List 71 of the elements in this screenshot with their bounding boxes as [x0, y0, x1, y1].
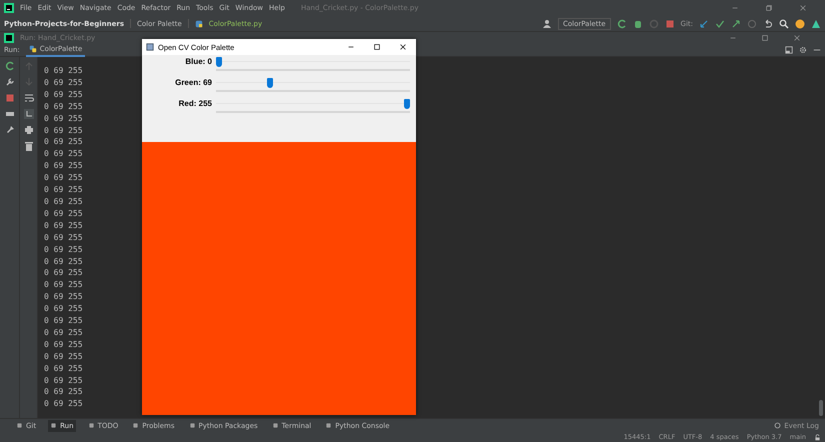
console-line: 0 69 255 [44, 136, 83, 148]
stop-icon[interactable] [4, 93, 14, 103]
scroll-to-end-icon[interactable] [24, 109, 34, 119]
wrench-icon[interactable] [4, 77, 14, 87]
lock-icon[interactable] [814, 434, 821, 440]
trash-icon[interactable] [24, 141, 34, 151]
console-line: 0 69 255 [44, 244, 83, 256]
app-logo-icon [4, 3, 14, 13]
slider-track[interactable] [216, 78, 410, 94]
settings-icon[interactable] [799, 46, 807, 54]
tool-tab-icon [88, 422, 95, 429]
slider-label: Blue: 0 [184, 57, 213, 67]
tool-tab-icon [325, 422, 332, 429]
rerun-icon[interactable] [616, 18, 627, 28]
slider-track[interactable] [216, 57, 410, 73]
console-line: 0 69 255 [44, 196, 83, 208]
console-line: 0 69 255 [44, 76, 83, 89]
slider-thumb[interactable] [216, 57, 222, 67]
console-line: 0 69 255 [44, 303, 83, 316]
console-line: 0 69 255 [44, 350, 83, 363]
maximize-icon[interactable] [373, 43, 381, 51]
console-line: 0 69 255 [44, 220, 83, 232]
debug-icon[interactable] [632, 18, 643, 28]
console-line: 0 69 255 [44, 267, 83, 280]
soft-wrap-icon[interactable] [24, 93, 34, 103]
console-line: 0 69 255 [44, 326, 83, 339]
console-line: 0 69 255 [44, 184, 83, 196]
console-line: 0 69 255 [44, 279, 83, 292]
slider-thumb[interactable] [266, 78, 273, 88]
app-icon [146, 43, 154, 51]
console-line: 0 69 255 [44, 374, 83, 386]
console-line: 0 69 255 [44, 386, 83, 398]
python-icon [28, 45, 37, 53]
tool-tab-icon [50, 422, 58, 429]
tool-tab-icon [188, 422, 196, 429]
slider-thumb[interactable] [404, 99, 410, 109]
tool-tab-icon [132, 422, 140, 429]
user-icon[interactable] [542, 18, 552, 28]
console-line: 0 69 255 [44, 338, 83, 351]
console-line: 0 69 255 [44, 315, 83, 327]
tool-tab-icon [16, 422, 23, 429]
console-line: 0 69 255 [44, 112, 83, 125]
rerun-icon[interactable] [4, 61, 14, 71]
update-arrow-icon[interactable] [699, 18, 709, 28]
tool-tab-icon [272, 422, 279, 429]
console-line: 0 69 255 [44, 124, 83, 136]
console-line: 0 69 255 [44, 398, 83, 410]
scrollbar-thumb[interactable] [819, 400, 823, 416]
console-line: 0 69 255 [44, 362, 83, 375]
search-icon[interactable] [779, 18, 789, 28]
stop-icon[interactable] [664, 18, 675, 28]
slider-track[interactable] [216, 99, 410, 115]
checkmark-icon[interactable] [715, 18, 725, 28]
console-line: 0 69 255 [44, 88, 83, 101]
console-line: 0 69 255 [44, 208, 83, 220]
console-line: 0 69 255 [44, 172, 83, 184]
console-line: 0 69 255 [44, 160, 83, 172]
console-line: 0 69 255 [44, 100, 83, 113]
close-icon[interactable] [399, 43, 407, 51]
push-arrow-icon[interactable] [731, 18, 741, 28]
run-window-icon [4, 33, 14, 43]
console-line: 0 69 255 [44, 291, 83, 304]
slider-label: Green: 69 [174, 78, 213, 88]
python-file-icon [194, 20, 203, 28]
console-line: 0 69 255 [44, 148, 83, 160]
undo-icon[interactable] [763, 18, 773, 28]
restore-icon[interactable] [765, 4, 773, 12]
slider-label: Red: 255 [178, 99, 213, 109]
console-line: 0 69 255 [44, 65, 83, 77]
console-line: 0 69 255 [44, 256, 83, 268]
console-line: 0 69 255 [44, 232, 83, 244]
